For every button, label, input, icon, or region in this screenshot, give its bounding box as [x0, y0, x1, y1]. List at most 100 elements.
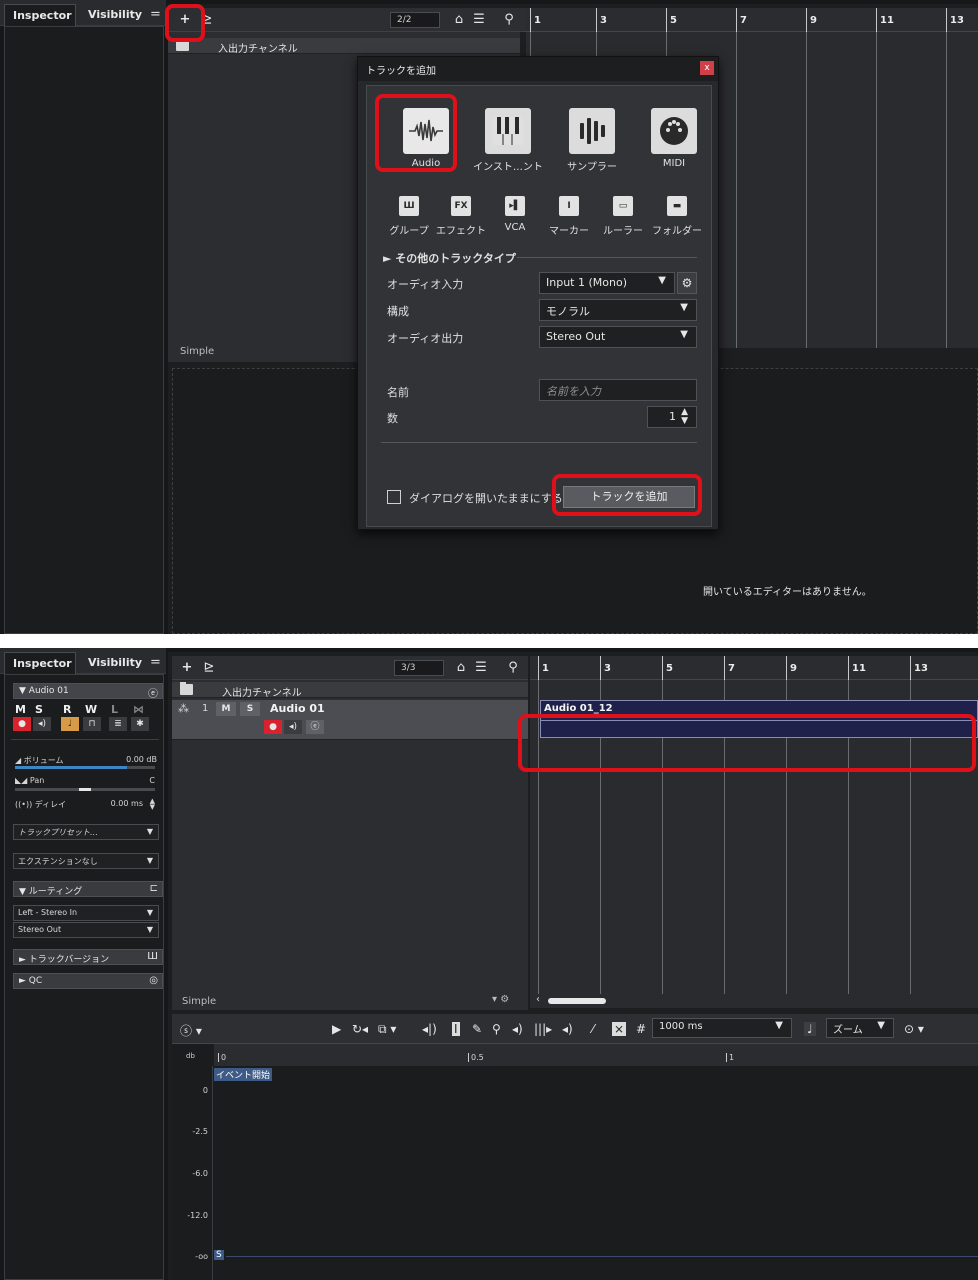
- track-type-instrument[interactable]: インスト…ント: [473, 108, 543, 178]
- edit-icon[interactable]: ⓔ: [306, 720, 324, 734]
- delay-row[interactable]: ((•)) ディレイ 0.00 ms ▲ ▼: [15, 798, 157, 811]
- edit-icon[interactable]: ⓔ: [148, 685, 158, 700]
- loop-icon[interactable]: ↻◂: [352, 1022, 368, 1036]
- fade-icon[interactable]: ⁄: [592, 1022, 594, 1036]
- scroll-thumb[interactable]: [548, 998, 606, 1004]
- grid-time-select[interactable]: 1000 ms ▼: [652, 1018, 792, 1038]
- volume-row[interactable]: ◢ ボリューム 0.00 dB: [15, 755, 157, 766]
- horizontal-scrollbar[interactable]: ‹: [530, 994, 978, 1008]
- routing-output-select[interactable]: Stereo Out ▼: [13, 922, 159, 938]
- track-type-sampler[interactable]: サンプラー: [557, 108, 627, 178]
- routing-section[interactable]: ▼ ルーティング ⊏: [13, 881, 163, 897]
- settings-icon[interactable]: ▾ ⚙: [492, 994, 509, 1005]
- track-type-ruler[interactable]: ▭ ルーラー: [597, 196, 649, 237]
- track-type-midi[interactable]: MIDI: [639, 108, 709, 178]
- zoom-icon[interactable]: ⚲: [492, 1022, 501, 1036]
- pencil-icon[interactable]: ✎: [472, 1022, 482, 1036]
- audio-output-value: Stereo Out: [546, 330, 606, 343]
- stepper-icon[interactable]: ▲ ▼: [681, 408, 688, 426]
- monitor-speaker-icon[interactable]: ◂): [33, 717, 51, 731]
- audition-icon[interactable]: ◂|): [422, 1022, 437, 1036]
- eye-icon[interactable]: ⊙ ▾: [904, 1022, 924, 1036]
- track-type-effect[interactable]: FX エフェクト: [435, 196, 487, 237]
- marker-icon: Ӏ: [559, 196, 579, 216]
- no-editor-message: 開いているエディターはありません。: [703, 587, 872, 598]
- record-button[interactable]: ●: [13, 717, 31, 731]
- record-button[interactable]: ●: [264, 720, 282, 734]
- snap-zero-icon[interactable]: ⨯: [612, 1022, 627, 1036]
- gear-icon[interactable]: ⚙: [677, 272, 697, 294]
- track-mute-button[interactable]: M: [216, 702, 236, 716]
- lock-icon[interactable]: ⊓: [83, 717, 101, 731]
- routing-input-select[interactable]: Left - Stereo In ▼: [13, 905, 159, 921]
- track-type-folder[interactable]: ▬ フォルダー: [651, 196, 703, 237]
- tab-inspector[interactable]: Inspector: [4, 4, 76, 26]
- play-icon[interactable]: ▶: [332, 1022, 341, 1036]
- note-icon[interactable]: ♩: [61, 717, 79, 731]
- config-select[interactable]: モノラル ▼: [539, 299, 697, 321]
- volume-icon[interactable]: ◂): [562, 1022, 573, 1036]
- add-track-button[interactable]: +: [178, 659, 196, 677]
- folder-track[interactable]: 入出力チャンネル: [168, 38, 520, 55]
- menu-icon[interactable]: =: [150, 7, 161, 22]
- list-icon[interactable]: ☰: [470, 11, 488, 29]
- track-solo-button[interactable]: S: [240, 702, 260, 716]
- tab-visibility[interactable]: Visibility: [80, 652, 150, 674]
- list-icon[interactable]: ☰: [472, 659, 490, 677]
- home-icon[interactable]: ⌂: [452, 659, 470, 677]
- snap-icon[interactable]: ⧉ ▾: [378, 1022, 396, 1037]
- folder-track[interactable]: 入出力チャンネル: [172, 682, 528, 699]
- speaker-icon[interactable]: ◂): [512, 1022, 523, 1036]
- extension-field[interactable]: エクステンションなし ▼: [13, 853, 159, 869]
- inspector-write-button[interactable]: W: [85, 703, 97, 716]
- inspector-read-button[interactable]: R: [63, 703, 71, 716]
- audio-input-select[interactable]: Input 1 (Mono) ▼: [539, 272, 675, 294]
- inspector-mute-button[interactable]: M: [15, 703, 26, 716]
- ruler-mark: 5: [666, 8, 677, 32]
- inspector-link-button[interactable]: ⋈: [133, 703, 144, 716]
- track-versions-section[interactable]: ► トラックバージョン Ш: [13, 949, 163, 965]
- keep-open-label: ダイアログを開いたままにする: [409, 492, 563, 505]
- scrub-icon[interactable]: |||▸: [534, 1022, 552, 1036]
- pan-slider-thumb: [79, 788, 91, 791]
- divider: [11, 739, 159, 740]
- close-icon[interactable]: x: [700, 61, 714, 75]
- menu-icon[interactable]: =: [150, 655, 161, 670]
- keep-open-checkbox[interactable]: [387, 490, 401, 504]
- inspector-track-header[interactable]: ▼ Audio 01 ⓔ: [13, 683, 163, 700]
- event-start-marker[interactable]: イベント開始: [214, 1068, 273, 1081]
- track-type-marker[interactable]: Ӏ マーカー: [543, 196, 595, 237]
- volume-slider[interactable]: [15, 766, 155, 769]
- tab-inspector[interactable]: Inspector: [4, 652, 76, 674]
- folder-add-icon[interactable]: ⊵: [200, 659, 218, 677]
- freeze-icon[interactable]: ✱: [131, 717, 149, 731]
- routing-input-value: Left - Stereo In: [18, 908, 78, 917]
- audio-output-select[interactable]: Stereo Out ▼: [539, 326, 697, 348]
- audio-track-row[interactable]: ⁂ 1 M S Audio 01 ● ◂) ⓔ: [172, 700, 528, 740]
- pan-slider[interactable]: [15, 788, 155, 791]
- inspector-l-button[interactable]: L: [111, 703, 118, 716]
- s-marker[interactable]: S: [214, 1250, 224, 1260]
- list-icon[interactable]: ≣: [109, 717, 127, 731]
- pan-row[interactable]: ◣◢ Pan C: [15, 776, 157, 785]
- range-select-icon[interactable]: I: [452, 1022, 460, 1036]
- home-icon[interactable]: ⌂: [450, 11, 468, 29]
- search-icon[interactable]: ⚲: [504, 659, 522, 677]
- track-preset-field[interactable]: トラックプリセット… ▼: [13, 824, 159, 840]
- other-track-types-toggle[interactable]: ► その他のトラックタイプ: [383, 250, 516, 266]
- scroll-left-icon[interactable]: ‹: [536, 994, 540, 1005]
- track-type-group[interactable]: Ш グループ: [383, 196, 435, 237]
- count-stepper[interactable]: 1 ▲ ▼: [647, 406, 697, 428]
- search-icon[interactable]: ⚲: [500, 11, 518, 29]
- monitor-speaker-icon[interactable]: ◂): [284, 720, 302, 734]
- tab-visibility[interactable]: Visibility: [80, 4, 150, 26]
- track-type-vca[interactable]: ▸▌ VCA: [489, 196, 541, 233]
- inspector-solo-button[interactable]: S: [35, 703, 43, 716]
- stepper-icon[interactable]: ▲ ▼: [150, 798, 155, 811]
- note-icon[interactable]: ♩: [804, 1022, 816, 1036]
- solo-editor-icon[interactable]: ⓢ ▾: [180, 1022, 202, 1039]
- grid-icon[interactable]: #: [636, 1022, 646, 1036]
- qc-section[interactable]: ► QC ◎: [13, 973, 163, 989]
- zoom-select[interactable]: ズーム ▼: [826, 1018, 894, 1038]
- name-input[interactable]: 名前を入力: [539, 379, 697, 401]
